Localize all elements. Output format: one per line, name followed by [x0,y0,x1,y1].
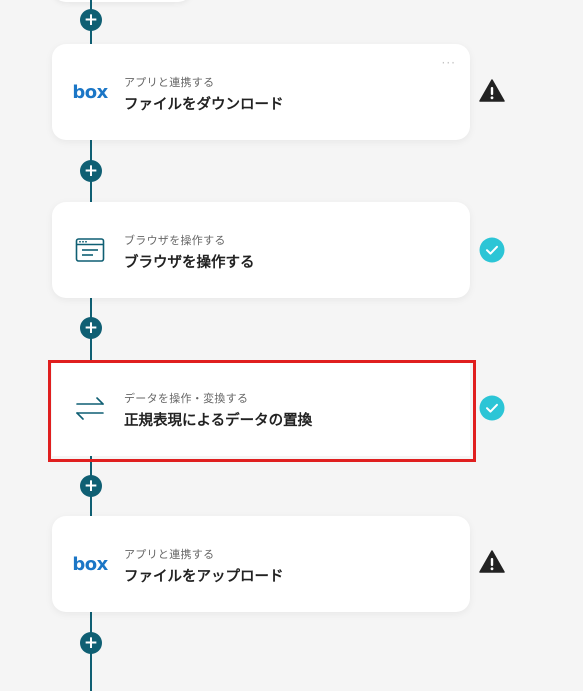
box-logo-icon: box [72,76,108,108]
browser-window-icon [74,234,106,266]
step-title: ブラウザを操作する [124,255,255,271]
add-step-button[interactable]: + [80,317,102,339]
box-logo-text: box [72,81,108,103]
step-category: アプリと連携する [124,76,215,89]
warning-icon [479,79,505,102]
step-card-download[interactable]: box アプリと連携する ファイルをダウンロード ··· [52,44,470,140]
step-category: ブラウザを操作する [124,234,226,247]
step-title: 正規表現によるデータの置換 [124,413,313,429]
more-options-icon[interactable]: ··· [442,56,456,70]
previous-step-card[interactable] [52,0,192,2]
step-card-browser[interactable]: ブラウザを操作する ブラウザを操作する [52,202,470,298]
step-category: データを操作・変換する [124,392,249,405]
swap-arrows-icon [74,392,106,424]
add-step-button[interactable]: + [80,632,102,654]
add-step-button[interactable]: + [80,9,102,31]
step-title: ファイルをアップロード [124,569,284,585]
add-step-button[interactable]: + [80,160,102,182]
step-card-regex-replace[interactable]: データを操作・変換する 正規表現によるデータの置換 [52,360,470,456]
step-card-upload[interactable]: box アプリと連携する ファイルをアップロード [52,516,470,612]
warning-icon [479,550,505,573]
check-circle-icon [479,237,505,263]
step-title: ファイルをダウンロード [124,97,284,113]
add-step-button[interactable]: + [80,475,102,497]
check-circle-icon [479,395,505,421]
step-category: アプリと連携する [124,548,215,561]
box-logo-text: box [72,553,108,575]
box-logo-icon: box [72,548,108,580]
